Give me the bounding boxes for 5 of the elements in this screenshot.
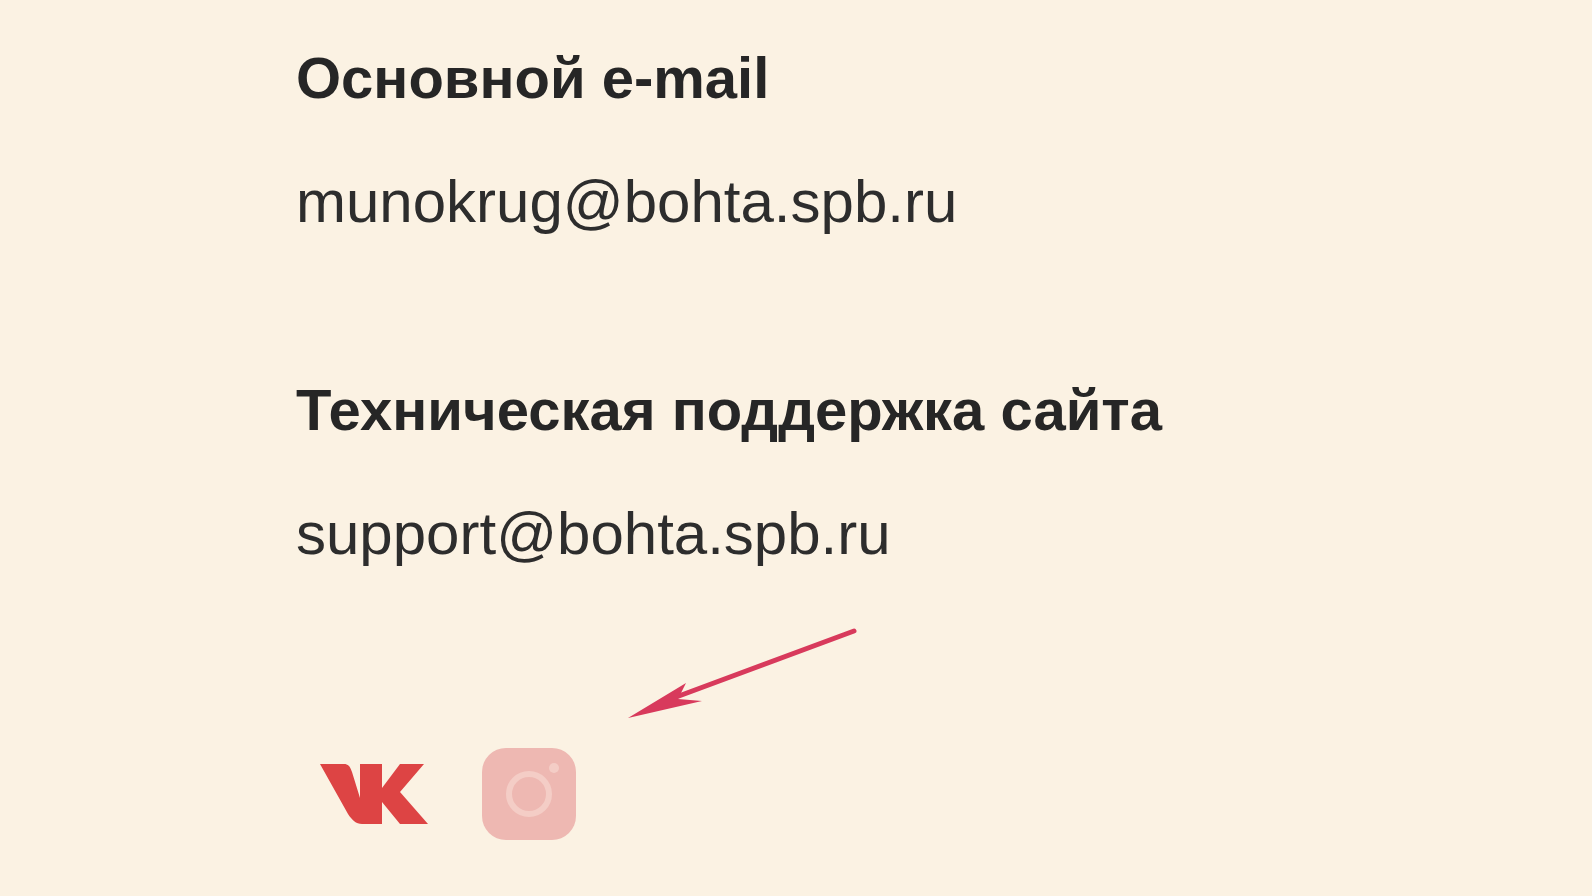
contact-heading: Основной e-mail	[296, 44, 770, 112]
email-address: munokrug@bohta.spb.ru	[296, 167, 958, 237]
social-logo-icon[interactable]	[320, 762, 428, 826]
contact-heading: Техническая поддержка сайта	[296, 376, 1162, 444]
email-address: support@bohta.spb.ru	[296, 499, 891, 569]
